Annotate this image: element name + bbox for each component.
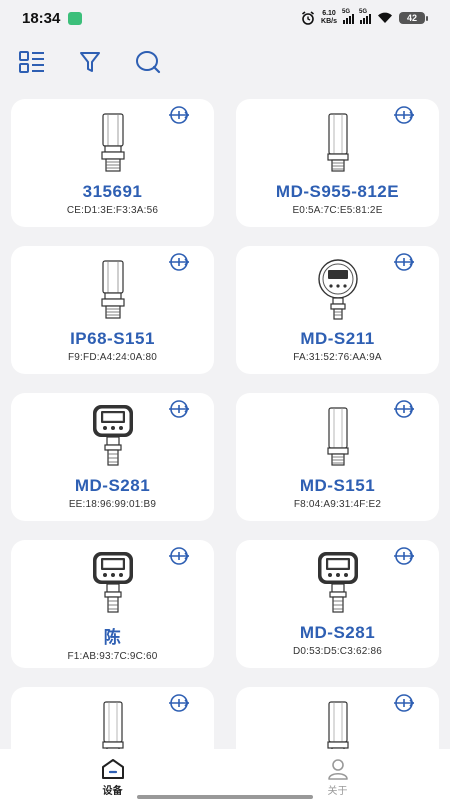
digital-gauge-image bbox=[90, 405, 136, 467]
device-card[interactable]: MD-S955-812E E0:5A:7C:E5:81:2E bbox=[236, 99, 439, 227]
digital-gauge-image bbox=[90, 552, 136, 614]
list-view-button[interactable] bbox=[18, 48, 46, 76]
device-mac: F9:FD:A4:24:0A:80 bbox=[67, 352, 157, 363]
status-bar: 18:34 6.10 KB/s 5G 5G 42 bbox=[0, 0, 450, 36]
device-card[interactable]: IP68-S151 F9:FD:A4:24:0A:80 bbox=[11, 246, 214, 374]
cylinder-sensor-image bbox=[98, 260, 128, 320]
device-mac: FA:31:52:76:AA:9A bbox=[293, 352, 382, 363]
home-indicator bbox=[137, 795, 313, 799]
connect-icon[interactable] bbox=[168, 398, 190, 420]
nav-devices-label: 设备 bbox=[102, 786, 123, 797]
net-speed-unit: KB/s bbox=[321, 18, 337, 25]
device-name: 315691 bbox=[82, 182, 143, 201]
device-card[interactable]: 陈 F1:AB:93:7C:9C:60 bbox=[11, 540, 214, 668]
search-button[interactable] bbox=[134, 48, 162, 76]
tall-cylinder-sensor-image bbox=[323, 113, 353, 173]
device-name: MD-S281 bbox=[74, 476, 151, 495]
user-icon bbox=[327, 759, 348, 780]
device-mac: E0:5A:7C:E5:81:2E bbox=[292, 205, 383, 216]
signal-2-label: 5G bbox=[359, 8, 368, 15]
home-icon bbox=[101, 759, 124, 779]
nav-devices-tab[interactable]: 设备 bbox=[0, 749, 225, 800]
device-name: 陈 bbox=[103, 628, 122, 647]
connect-icon[interactable] bbox=[393, 251, 415, 273]
device-mac: F1:AB:93:7C:9C:60 bbox=[67, 651, 158, 662]
device-mac: EE:18:96:99:01:B9 bbox=[68, 499, 157, 510]
battery-icon: 42 bbox=[399, 12, 428, 24]
device-name: MD-S211 bbox=[300, 329, 375, 348]
nav-about-label: 关于 bbox=[327, 786, 348, 797]
connect-icon[interactable] bbox=[168, 251, 190, 273]
search-icon bbox=[136, 51, 161, 74]
connect-icon[interactable] bbox=[393, 545, 415, 567]
bottom-nav: 设备 关于 bbox=[0, 749, 450, 800]
connect-icon[interactable] bbox=[168, 104, 190, 126]
device-name: IP68-S151 bbox=[70, 329, 155, 348]
cylinder-sensor-image bbox=[98, 113, 128, 173]
connect-icon[interactable] bbox=[393, 398, 415, 420]
net-speed-value: 6.10 bbox=[322, 10, 336, 17]
list-view-icon bbox=[19, 51, 44, 73]
device-grid: 315691 CE:D1:3E:F3:3A:56 MD-S955-812E E0:5A… bbox=[11, 99, 441, 800]
device-mac: CE:D1:3E:F3:3A:56 bbox=[66, 205, 159, 216]
status-indicators: 6.10 KB/s 5G 5G 42 bbox=[301, 9, 428, 26]
signal-2-icon: 5G bbox=[359, 9, 371, 24]
battery-level: 42 bbox=[399, 12, 425, 24]
device-name: MD-S955-812E bbox=[275, 182, 400, 201]
device-card[interactable]: MD-S281 EE:18:96:99:01:B9 bbox=[11, 393, 214, 521]
alarm-icon bbox=[302, 11, 315, 25]
signal-1-icon: 5G bbox=[342, 9, 354, 24]
connect-icon[interactable] bbox=[393, 692, 415, 714]
device-mac: D0:53:D5:C3:62:86 bbox=[292, 646, 382, 657]
device-card[interactable]: MD-S151 F8:04:A9:31:4F:E2 bbox=[236, 393, 439, 521]
notification-app-icon bbox=[68, 11, 83, 25]
wifi-icon bbox=[378, 12, 392, 23]
device-card[interactable]: MD-S281 D0:53:D5:C3:62:86 bbox=[236, 540, 439, 668]
connect-icon[interactable] bbox=[168, 545, 190, 567]
device-name: MD-S281 bbox=[299, 623, 376, 642]
device-mac: F8:04:A9:31:4F:E2 bbox=[293, 499, 382, 510]
status-time: 18:34 bbox=[22, 9, 61, 27]
connect-icon[interactable] bbox=[168, 692, 190, 714]
network-speed: 6.10 KB/s bbox=[321, 10, 337, 26]
tall-cylinder-sensor-image bbox=[323, 407, 353, 467]
connect-icon[interactable] bbox=[393, 104, 415, 126]
device-name: MD-S151 bbox=[299, 476, 376, 495]
toolbar bbox=[18, 48, 162, 76]
device-card[interactable]: MD-S211 FA:31:52:76:AA:9A bbox=[236, 246, 439, 374]
filter-icon bbox=[80, 52, 100, 72]
nav-about-tab[interactable]: 关于 bbox=[225, 749, 450, 800]
signal-1-label: 5G bbox=[342, 8, 351, 15]
filter-button[interactable] bbox=[76, 48, 104, 76]
device-card[interactable]: 315691 CE:D1:3E:F3:3A:56 bbox=[11, 99, 214, 227]
round-gauge-image bbox=[316, 259, 360, 320]
digital-gauge-image bbox=[315, 552, 361, 614]
